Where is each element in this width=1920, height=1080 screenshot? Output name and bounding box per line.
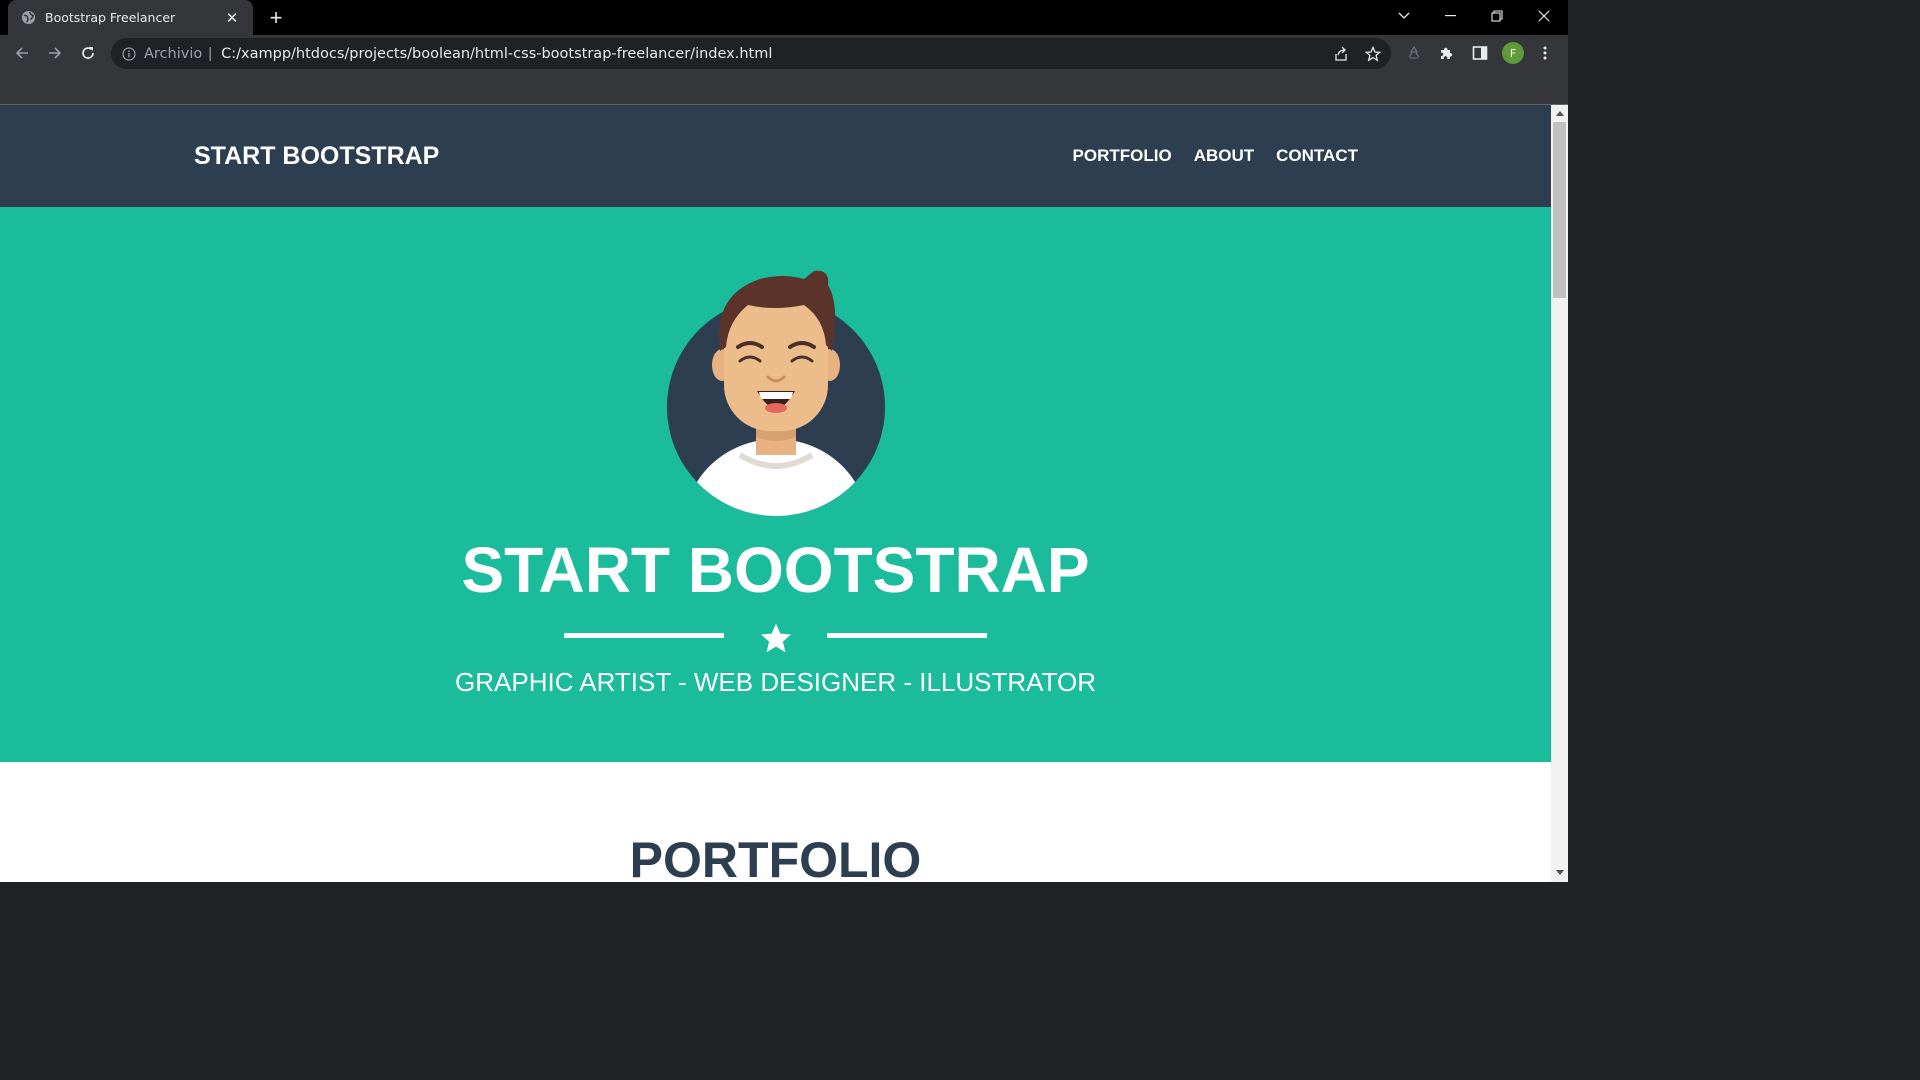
browser-tabstrip: Bootstrap Freelancer ✕ + [0,0,1568,35]
site-navbar: START BOOTSTRAP PORTFOLIO ABOUT CONTACT [0,105,1551,207]
star-icon [758,621,794,662]
tab-title: Bootstrap Freelancer [45,10,176,25]
star-divider [564,621,987,661]
scrollbar-thumb[interactable] [1553,122,1566,298]
browser-toolbar: Archivio | C:/xampp/htdocs/projects/bool… [0,35,1568,72]
side-panel-icon[interactable] [1470,43,1490,63]
recycle-extension-icon[interactable] [1404,43,1424,63]
omnibox-separator: | [208,45,213,62]
nav-links: PORTFOLIO ABOUT CONTACT [1073,146,1358,166]
profile-avatar[interactable]: F [1502,42,1524,64]
divider-line-left [564,633,724,638]
portfolio-heading: PORTFOLIO [629,832,922,882]
tab-close-icon[interactable]: ✕ [223,9,241,27]
browser-tab[interactable]: Bootstrap Freelancer ✕ [8,0,253,35]
site-brand[interactable]: START BOOTSTRAP [194,142,439,171]
nav-link-contact[interactable]: CONTACT [1276,146,1358,166]
page-scrollbar[interactable] [1551,105,1568,882]
hero-subtitle: GRAPHIC ARTIST - WEB DESIGNER - ILLUSTRA… [455,667,1096,697]
back-icon[interactable] [8,39,36,67]
divider-line-right [827,633,987,638]
close-window-icon[interactable] [1521,0,1567,32]
new-tab-button[interactable]: + [264,5,288,30]
page-viewport: START BOOTSTRAP PORTFOLIO ABOUT CONTACT [0,105,1551,882]
address-bar[interactable]: Archivio | C:/xampp/htdocs/projects/bool… [111,38,1391,69]
more-menu-icon[interactable] [1535,43,1555,63]
avatar-illustration [664,265,888,517]
scroll-up-arrow-icon[interactable] [1555,109,1564,118]
forward-icon[interactable] [41,39,69,67]
share-icon[interactable] [1332,45,1350,63]
globe-icon [20,10,36,26]
hero-title: START BOOTSTRAP [461,534,1090,606]
restore-icon[interactable] [1474,0,1520,32]
bookmark-star-icon[interactable] [1364,45,1382,63]
extensions-puzzle-icon[interactable] [1437,43,1457,63]
nav-link-about[interactable]: ABOUT [1194,146,1254,166]
minimize-icon[interactable] [1427,0,1473,32]
url-text[interactable]: C:/xampp/htdocs/projects/boolean/html-cs… [221,46,772,62]
nav-link-portfolio[interactable]: PORTFOLIO [1073,146,1172,166]
scroll-down-arrow-icon[interactable] [1555,868,1564,877]
tab-search-icon[interactable] [1381,0,1427,32]
bookmarks-bar [0,72,1568,105]
reload-icon[interactable] [74,39,102,67]
hero-section: START BOOTSTRAP GRAPHIC ARTIST - WEB DES… [0,207,1551,762]
info-icon[interactable] [122,46,136,61]
security-label: Archivio [144,45,203,62]
